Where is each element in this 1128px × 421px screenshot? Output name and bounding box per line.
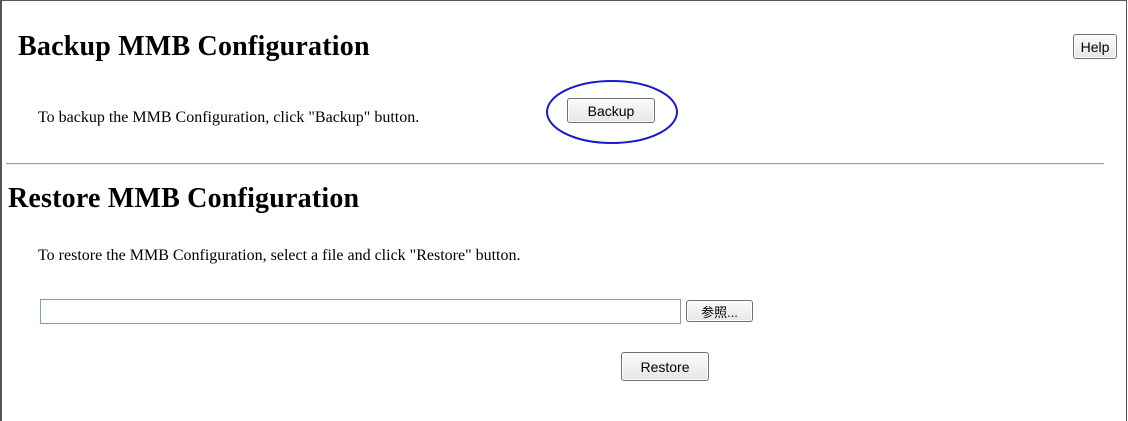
browse-button[interactable]: 参照...	[686, 300, 753, 322]
restore-section-title: Restore MMB Configuration	[8, 183, 360, 214]
backup-section-title: Backup MMB Configuration	[18, 31, 370, 62]
backup-button[interactable]: Backup	[567, 98, 655, 123]
backup-instruction: To backup the MMB Configuration, click "…	[38, 109, 420, 126]
restore-instruction: To restore the MMB Configuration, select…	[38, 247, 521, 264]
restore-button[interactable]: Restore	[621, 352, 709, 381]
help-button[interactable]: Help	[1073, 34, 1117, 59]
section-divider	[6, 163, 1104, 165]
file-path-input[interactable]	[40, 299, 681, 324]
